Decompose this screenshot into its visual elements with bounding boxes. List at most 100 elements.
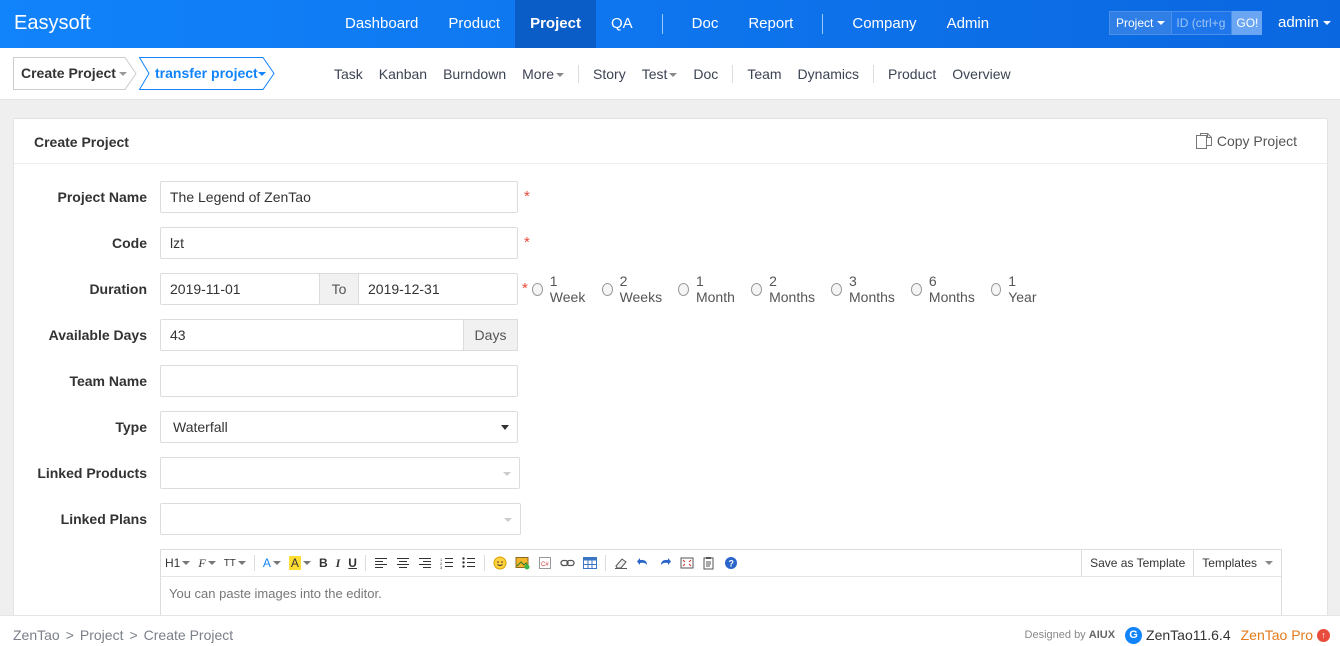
subnav-item-more[interactable]: More bbox=[514, 48, 572, 100]
font-color-tool[interactable]: A bbox=[259, 550, 285, 577]
templates-dropdown[interactable]: Templates bbox=[1193, 550, 1281, 576]
nav-item-qa[interactable]: QA bbox=[596, 0, 648, 48]
footer-crumb: Create Project bbox=[143, 627, 234, 643]
undo-icon[interactable] bbox=[632, 550, 654, 577]
ordered-list-icon[interactable]: 123 bbox=[436, 550, 458, 577]
subnav-item-test[interactable]: Test bbox=[634, 48, 686, 100]
designed-by: Designed by AIUX bbox=[1024, 629, 1116, 641]
radio-icon bbox=[750, 282, 763, 296]
code-icon[interactable]: C# bbox=[534, 550, 556, 577]
breadcrumb-create-project[interactable]: Create Project bbox=[13, 57, 137, 90]
available-days-input[interactable]: 43 bbox=[160, 319, 464, 351]
align-right-icon[interactable] bbox=[414, 550, 436, 577]
subnav-item-product[interactable]: Product bbox=[880, 48, 944, 100]
subnav-divider bbox=[578, 65, 580, 83]
main-nav: Dashboard Product Project QA Doc Report Compan… bbox=[330, 0, 1004, 48]
align-left-icon[interactable] bbox=[370, 550, 392, 577]
nav-item-report[interactable]: Report bbox=[733, 0, 808, 48]
footer-crumb[interactable]: ZenTao bbox=[13, 616, 60, 646]
subnav-item-kanban[interactable]: Kanban bbox=[371, 48, 435, 100]
footer-crumb[interactable]: Project bbox=[80, 616, 124, 646]
required-mark: * bbox=[524, 188, 530, 205]
zentao-pro-link[interactable]: ZenTao Pro ↑ bbox=[1241, 627, 1330, 643]
search-go-button[interactable]: GO! bbox=[1232, 11, 1263, 35]
svg-text:C#: C# bbox=[541, 562, 549, 568]
chevron-down-icon bbox=[501, 425, 509, 430]
font-family-tool[interactable]: F bbox=[194, 550, 219, 577]
subnav-item-team[interactable]: Team bbox=[739, 48, 789, 100]
copy-project-button[interactable]: Copy Project bbox=[1195, 132, 1297, 150]
subnav-item-dynamics[interactable]: Dynamics bbox=[790, 48, 867, 100]
duration-option-1-week[interactable]: 1 Week bbox=[532, 273, 588, 305]
user-menu[interactable]: admin bbox=[1278, 14, 1331, 31]
heading-tool[interactable]: H1 bbox=[161, 550, 194, 577]
fullscreen-icon[interactable] bbox=[676, 550, 698, 577]
bullet-list-icon[interactable] bbox=[458, 550, 480, 577]
subnav-item-doc[interactable]: Doc bbox=[685, 48, 726, 100]
team-name-input[interactable] bbox=[160, 365, 518, 397]
table-icon[interactable] bbox=[579, 550, 601, 577]
subnav-item-burndown[interactable]: Burndown bbox=[435, 48, 514, 100]
eraser-icon[interactable] bbox=[610, 550, 632, 577]
subnav-divider bbox=[873, 65, 875, 83]
emoticon-icon[interactable] bbox=[489, 550, 511, 577]
project-sub-nav: Task Kanban Burndown More Story Test Doc Team Dy… bbox=[326, 48, 1019, 100]
chevron-down-icon bbox=[556, 73, 565, 78]
user-name: admin bbox=[1278, 14, 1319, 31]
team-name-label: Team Name bbox=[69, 373, 147, 389]
duration-option-2-weeks[interactable]: 2 Weeks bbox=[601, 273, 665, 305]
radio-icon bbox=[990, 282, 1002, 296]
type-select[interactable]: Waterfall bbox=[160, 411, 518, 443]
font-size-tool[interactable]: TT bbox=[220, 550, 250, 577]
linked-plans-select[interactable] bbox=[160, 503, 521, 535]
search-type-select[interactable]: Project bbox=[1109, 11, 1173, 35]
radio-icon bbox=[601, 282, 613, 296]
available-days-label: Available Days bbox=[48, 327, 147, 343]
subnav-item-task[interactable]: Task bbox=[326, 48, 371, 100]
save-as-template-button[interactable]: Save as Template bbox=[1081, 550, 1193, 576]
footer: ZenTao > Project > Create Project Designed b… bbox=[0, 615, 1340, 646]
required-mark: * bbox=[522, 280, 528, 297]
linked-products-select[interactable] bbox=[160, 457, 520, 489]
project-name-input[interactable]: The Legend of ZenTao bbox=[160, 181, 518, 213]
paste-template-icon[interactable] bbox=[698, 550, 720, 577]
search-input[interactable]: ID (ctrl+g bbox=[1172, 11, 1233, 35]
image-icon[interactable] bbox=[511, 550, 534, 577]
link-icon[interactable] bbox=[556, 550, 579, 577]
breadcrumb-transfer-project[interactable]: transfer project bbox=[139, 57, 277, 90]
nav-item-dashboard[interactable]: Dashboard bbox=[330, 0, 433, 48]
subnav-item-story[interactable]: Story bbox=[585, 48, 634, 100]
editor-toolbar: H1 F TT A A B I U 123 C# ? Save as Templ… bbox=[161, 550, 1281, 577]
align-center-icon[interactable] bbox=[392, 550, 414, 577]
nav-divider bbox=[822, 14, 824, 34]
code-input[interactable]: lzt bbox=[160, 227, 518, 259]
end-date-input[interactable]: 2019-12-31 bbox=[358, 273, 518, 305]
nav-item-doc[interactable]: Doc bbox=[677, 0, 734, 48]
duration-option-2-months[interactable]: 2 Months bbox=[750, 273, 817, 305]
duration-option-1-year[interactable]: 1 Year bbox=[990, 273, 1039, 305]
chevron-down-icon bbox=[669, 73, 678, 78]
duration-option-1-month[interactable]: 1 Month bbox=[678, 273, 737, 305]
redo-icon[interactable] bbox=[654, 550, 676, 577]
subnav-item-overview[interactable]: Overview bbox=[944, 48, 1018, 100]
duration-option-6-months[interactable]: 6 Months bbox=[910, 273, 977, 305]
nav-item-project[interactable]: Project bbox=[515, 0, 596, 48]
start-date-input[interactable]: 2019-11-01 bbox=[160, 273, 320, 305]
help-icon[interactable]: ? bbox=[720, 550, 742, 577]
nav-item-product[interactable]: Product bbox=[433, 0, 515, 48]
editor-content[interactable]: You can paste images into the editor. bbox=[161, 577, 1281, 610]
nav-item-company[interactable]: Company bbox=[837, 0, 931, 48]
top-navbar: Easysoft Dashboard Product Project QA Doc Rep… bbox=[0, 0, 1340, 48]
duration-option-3-months[interactable]: 3 Months bbox=[830, 273, 897, 305]
project-name-label: Project Name bbox=[57, 189, 147, 205]
nav-item-admin[interactable]: Admin bbox=[932, 0, 1005, 48]
bold-tool[interactable]: B bbox=[315, 550, 332, 577]
linked-products-label: Linked Products bbox=[37, 465, 147, 481]
background-color-tool[interactable]: A bbox=[285, 550, 315, 577]
brand-logo[interactable]: Easysoft bbox=[14, 12, 91, 35]
underline-tool[interactable]: U bbox=[344, 550, 361, 577]
arrow-up-icon: ↑ bbox=[1317, 628, 1330, 642]
italic-tool[interactable]: I bbox=[332, 550, 345, 577]
chevron-down-icon bbox=[302, 561, 311, 565]
zentao-version-link[interactable]: G ZenTao11.6.4 bbox=[1125, 626, 1231, 644]
